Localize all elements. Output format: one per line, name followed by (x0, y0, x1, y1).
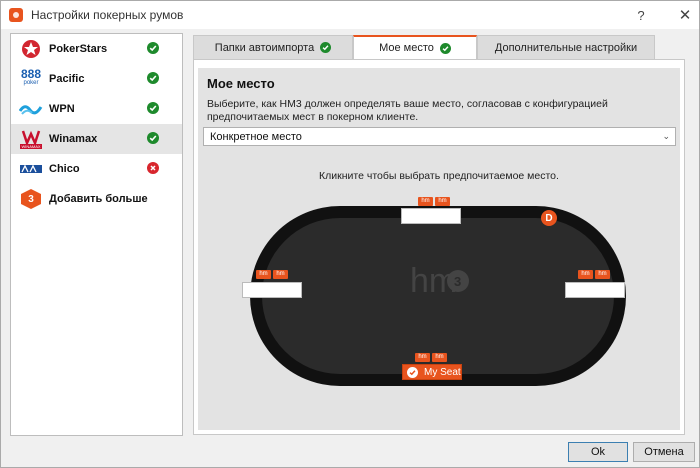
help-button[interactable]: ? (629, 5, 653, 25)
check-icon (147, 132, 159, 144)
pokerstars-logo-icon (17, 38, 45, 60)
sidebar-item-label: Добавить больше румов (49, 193, 151, 205)
seat-right-hm-badges: hm hm (578, 270, 610, 279)
sidebar-item-pacific[interactable]: 888 poker Pacific (11, 64, 182, 94)
sidebar-item-label: PokerStars (49, 43, 108, 55)
tab-autoimport-folders[interactable]: Папки автоимпорта (193, 35, 353, 59)
title-bar: Настройки покерных румов ? ✕ (1, 1, 699, 29)
tab-label: Папки автоимпорта (214, 41, 315, 54)
ok-button[interactable]: Ok (568, 442, 628, 462)
dealer-button: D (541, 210, 557, 226)
hm-badge: hm (273, 270, 288, 279)
sidebar-item-label: WPN (49, 103, 75, 115)
tab-additional-settings[interactable]: Дополнительные настройки (477, 35, 655, 59)
winamax-logo-icon: WINAMAX (17, 128, 45, 150)
chico-logo-icon (17, 158, 45, 180)
window-title: Настройки покерных румов (31, 8, 184, 22)
sidebar-item-pokerstars[interactable]: PokerStars (11, 34, 182, 64)
hm3-add-room-icon: 3 (17, 188, 45, 210)
seat-left[interactable] (242, 282, 302, 298)
sidebar-item-winamax[interactable]: WINAMAX Winamax (11, 124, 182, 154)
settings-window: Настройки покерных румов ? ✕ PokerStars … (0, 0, 700, 468)
hm-badge: hm (256, 270, 271, 279)
settings-tabs: Папки автоимпорта Мое место Дополнительн… (193, 35, 655, 59)
close-button[interactable]: ✕ (673, 5, 697, 25)
888poker-logo-icon: 888 poker (20, 67, 42, 86)
hm-badge: hm (432, 353, 447, 362)
hm-badge: hm (435, 197, 450, 206)
seat-top-hm-badges: hm hm (418, 197, 450, 206)
tab-label: Дополнительные настройки (494, 41, 638, 54)
seat-right[interactable] (565, 282, 625, 298)
sidebar-item-label: Winamax (49, 133, 98, 145)
sidebar-item-chico[interactable]: Chico (11, 154, 182, 184)
sidebar-item-label: Chico (49, 163, 80, 175)
sidebar-item-wpn[interactable]: WPN (11, 94, 182, 124)
poker-room-list: PokerStars 888 poker Pacific WPN WINAMAX… (10, 33, 183, 436)
seat-bottom-hm-badges: hm hm (415, 353, 447, 362)
wpn-wave-icon (17, 98, 45, 120)
check-icon (407, 366, 418, 378)
hm-badge: hm (418, 197, 433, 206)
svg-text:3: 3 (454, 274, 461, 289)
seat-top[interactable] (401, 208, 461, 224)
my-seat-panel: Мое место Выберите, как HM3 должен опред… (193, 59, 685, 435)
seat-left-hm-badges: hm hm (256, 270, 288, 279)
hm-badge: hm (415, 353, 430, 362)
check-icon (320, 42, 332, 53)
check-icon (147, 102, 159, 114)
tab-my-seat[interactable]: Мое место (353, 35, 477, 59)
cancel-button[interactable]: Отмена (633, 442, 695, 462)
hm3-app-icon (9, 8, 23, 22)
my-seat-label: My Seat (424, 366, 461, 378)
sidebar-item-label: Pacific (49, 73, 85, 85)
check-icon (439, 42, 451, 54)
my-seat-section: Мое место Выберите, как HM3 должен опред… (198, 68, 680, 430)
error-icon (147, 162, 159, 174)
check-icon (147, 72, 159, 84)
hm-badge: hm (578, 270, 593, 279)
check-icon (147, 42, 159, 54)
hm-badge: hm (595, 270, 610, 279)
my-seat-button[interactable]: My Seat (402, 364, 462, 380)
sidebar-item-add-more-rooms[interactable]: 3 Добавить больше румов (11, 184, 182, 214)
tab-label: Мое место (379, 42, 434, 54)
